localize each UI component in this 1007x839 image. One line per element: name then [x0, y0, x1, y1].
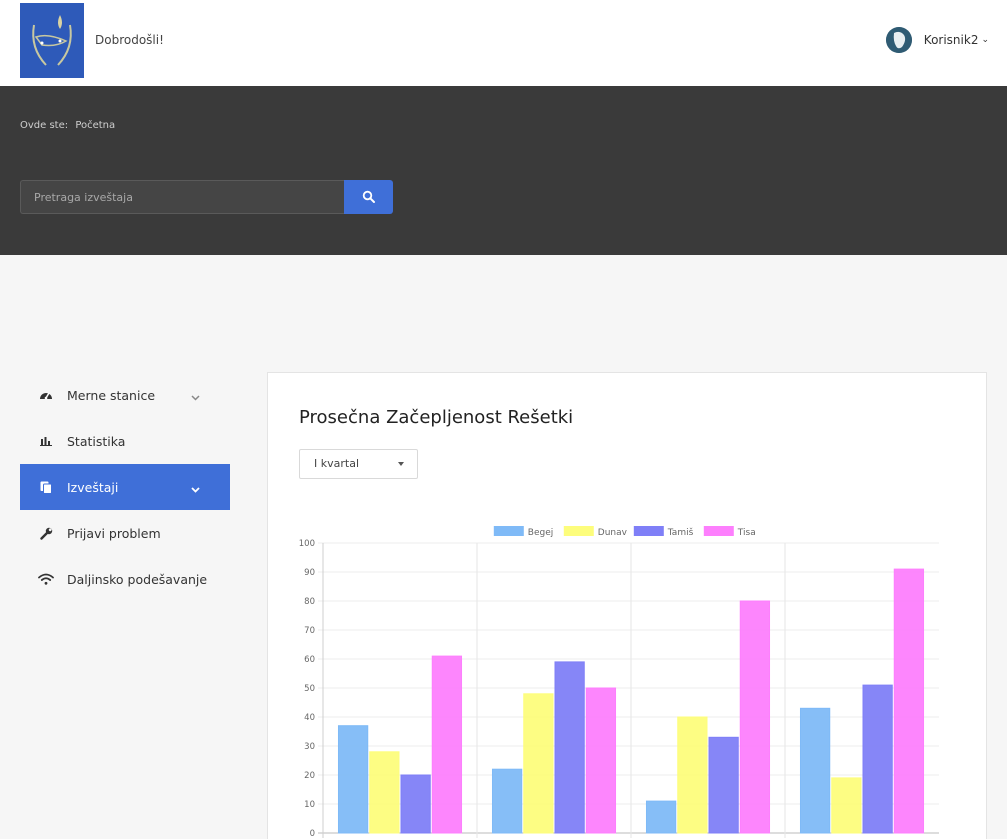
legend-swatch: [493, 526, 524, 536]
bar-tisa: [893, 568, 925, 834]
report-search: [20, 180, 393, 214]
y-tick-label: 0: [310, 829, 315, 839]
username[interactable]: Korisnik2: [924, 33, 979, 47]
bar-dunav: [523, 693, 554, 834]
bar-begej: [799, 707, 831, 834]
sidebar-item-label: Prijavi problem: [67, 525, 161, 541]
legend-swatch: [703, 526, 734, 536]
bar-chart: 0 10 20 30 40 50 60 70 80 90 100 Begej Dunav Tamiš Tis…: [299, 526, 939, 839]
avatar-icon: [885, 27, 912, 53]
sidebar-item-label: Merne stanice: [67, 387, 156, 403]
y-tick-label: 60: [304, 655, 315, 665]
wrench-icon: [38, 527, 54, 540]
bar-begej: [491, 768, 523, 834]
search-icon: [362, 190, 375, 203]
legend-label: Begej: [528, 528, 553, 538]
sidebar-item-label: Daljinsko podešavanje: [67, 571, 208, 587]
breadcrumb: Ovde ste: Početna: [20, 120, 119, 131]
sidebar-item-merne-stanice[interactable]: Merne stanice: [20, 372, 230, 418]
search-input[interactable]: [20, 180, 344, 214]
legend-swatch: [563, 526, 594, 536]
y-tick-label: 100: [299, 539, 315, 549]
y-tick-label: 70: [304, 626, 315, 636]
legend-label: Tisa: [737, 528, 756, 538]
bar-chart-icon: [38, 436, 54, 446]
bar-tisa: [585, 687, 617, 834]
chevron-down-icon: [191, 481, 200, 496]
sidebar-item-label: Statistika: [67, 433, 126, 449]
welcome-text: Dobrodošli!: [95, 33, 164, 47]
bar-tamiš: [400, 774, 431, 834]
y-tick-label: 20: [304, 771, 315, 781]
sidebar-item-statistika[interactable]: Statistika: [20, 418, 230, 464]
wifi-icon: [38, 573, 54, 585]
legend-swatch: [633, 526, 664, 536]
report-card: Prosečna Začepljenost Rešetki I kvartal …: [267, 372, 987, 839]
breadcrumb-current[interactable]: Početna: [75, 120, 115, 131]
bar-begej: [645, 800, 677, 834]
dashboard-icon: [38, 389, 54, 401]
legend-label: Tamiš: [667, 527, 694, 538]
logo-emblem-icon: [20, 3, 84, 78]
legend-label: Dunav: [598, 528, 628, 538]
bar-dunav: [831, 777, 862, 834]
y-tick-label: 90: [304, 568, 315, 578]
bar-begej: [337, 725, 369, 834]
y-tick-label: 80: [304, 597, 315, 607]
user-menu[interactable]: Korisnik2 ⌄: [885, 27, 989, 53]
search-button[interactable]: [344, 180, 393, 214]
bar-tisa: [431, 655, 463, 834]
bar-tamiš: [708, 736, 739, 834]
sidebar-item-label: Izveštaji: [67, 479, 119, 495]
sidebar-nav: Merne stanice Statistika Izveštaji Prija…: [20, 372, 230, 602]
logo[interactable]: [20, 3, 84, 78]
avatar[interactable]: [885, 27, 912, 53]
y-tick-label: 50: [304, 684, 315, 694]
breadcrumb-label: Ovde ste:: [20, 120, 69, 131]
y-tick-label: 40: [304, 713, 315, 723]
bar-tamiš: [862, 684, 893, 834]
top-header: Dobrodošli! Korisnik2 ⌄: [0, 0, 1007, 86]
bar-dunav: [369, 751, 400, 834]
chevron-down-icon[interactable]: ⌄: [981, 35, 989, 45]
y-tick-label: 10: [304, 800, 315, 810]
bar-tamiš: [554, 661, 585, 834]
copy-icon: [38, 481, 54, 494]
y-tick-label: 30: [304, 742, 315, 752]
chevron-down-icon: [191, 389, 200, 404]
bar-tisa: [739, 600, 771, 834]
hero-banner: Ovde ste: Početna: [0, 86, 1007, 255]
sidebar-item-izvestaji[interactable]: Izveštaji: [20, 464, 230, 510]
sidebar-item-daljinsko-podesavanje[interactable]: Daljinsko podešavanje: [20, 556, 230, 602]
bar-dunav: [677, 716, 708, 834]
sidebar-item-prijavi-problem[interactable]: Prijavi problem: [20, 510, 230, 556]
